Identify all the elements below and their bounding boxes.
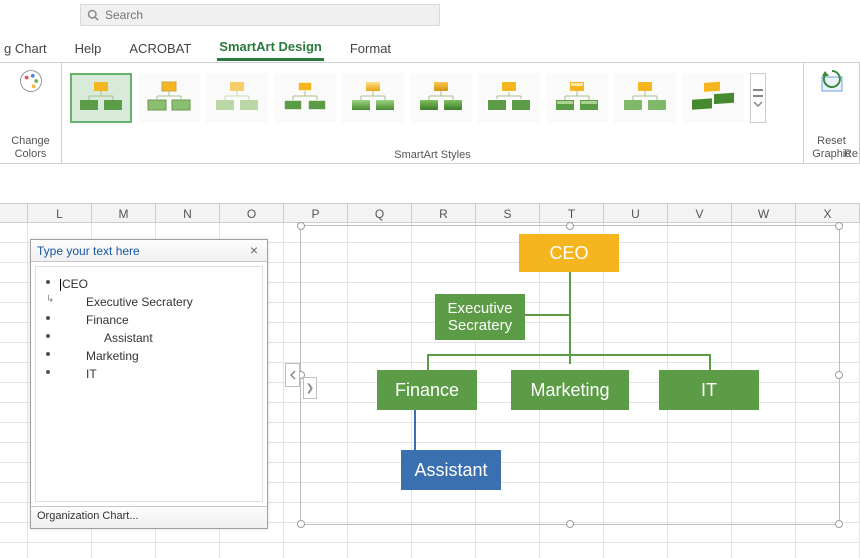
tab-format[interactable]: Format [348,37,393,60]
text-pane-body[interactable]: CEOExecutive SecrateryFinanceAssistantMa… [35,266,263,502]
column-header[interactable]: R [412,204,476,222]
style-thumb-10[interactable] [682,73,744,123]
text-pane-item[interactable]: Assistant [46,329,252,347]
chevron-down-icon [753,101,763,107]
text-pane-item[interactable]: Executive Secratery [46,293,252,311]
text-pane-item[interactable]: IT [46,365,252,383]
spreadsheet-area: LMNOPQRSTUVWX CEO Executive Secratery Fi… [0,165,860,558]
org-node-marketing[interactable]: Marketing [511,370,629,410]
column-header[interactable]: P [284,204,348,222]
column-header[interactable]: L [28,204,92,222]
tab-smartart-design[interactable]: SmartArt Design [217,35,324,61]
column-header[interactable]: T [540,204,604,222]
column-header[interactable]: O [220,204,284,222]
resize-handle[interactable] [566,222,574,230]
search-icon [87,9,99,21]
palette-icon [17,67,45,95]
text-pane-title: Type your text here [37,244,140,258]
text-pane[interactable]: Type your text here × CEOExecutive Secra… [30,239,268,529]
change-colors-label: Change Colors [11,135,50,161]
style-thumb-3[interactable] [206,73,268,123]
org-node-assistant[interactable]: Assistant [401,450,501,490]
resize-handle[interactable] [297,520,305,528]
column-header[interactable]: S [476,204,540,222]
column-header[interactable]: V [668,204,732,222]
column-header[interactable]: X [796,204,860,222]
styles-more-button[interactable] [750,73,766,123]
smartart-styles-group: SmartArt Styles [62,63,804,163]
resize-handle[interactable] [835,371,843,379]
ribbon: Change Colors SmartArt Styles Reset [0,63,860,163]
tab-acrobat[interactable]: ACROBAT [127,37,193,60]
style-thumb-9[interactable] [614,73,676,123]
tab-help[interactable]: Help [73,37,104,60]
resize-handle[interactable] [835,222,843,230]
column-header[interactable]: M [92,204,156,222]
text-pane-item[interactable]: CEO [46,275,252,293]
style-thumb-7[interactable] [478,73,540,123]
style-thumb-2[interactable] [138,73,200,123]
resize-handle[interactable] [566,520,574,528]
text-pane-toggle[interactable] [285,363,300,387]
close-icon[interactable]: × [247,244,261,258]
reset-section-cut: Re [844,148,858,160]
reset-icon [816,67,848,99]
org-node-it[interactable]: IT [659,370,759,410]
text-pane-header[interactable]: Type your text here × [31,240,267,262]
pane-expand-button[interactable]: ❯ [303,377,317,399]
search-bar[interactable] [80,4,440,26]
tab-chart[interactable]: g Chart [0,37,49,60]
text-pane-item[interactable]: Marketing [46,347,252,365]
text-pane-footer[interactable]: Organization Chart... [31,506,267,528]
search-input[interactable] [105,8,433,22]
change-colors-button[interactable]: Change Colors [0,63,62,163]
org-node-ceo[interactable]: CEO [519,234,619,272]
org-node-finance[interactable]: Finance [377,370,477,410]
column-header[interactable]: U [604,204,668,222]
styles-group-label: SmartArt Styles [70,149,795,161]
column-header[interactable]: Q [348,204,412,222]
style-thumb-5[interactable] [342,73,404,123]
resize-handle[interactable] [297,222,305,230]
org-node-exec[interactable]: Executive Secratery [435,294,525,340]
style-thumb-4[interactable] [274,73,336,123]
column-headers: LMNOPQRSTUVWX [0,203,860,223]
column-header[interactable]: W [732,204,796,222]
style-thumb-6[interactable] [410,73,472,123]
smartart-container[interactable]: CEO Executive Secratery Finance Marketin… [300,225,840,525]
ribbon-tabs: g Chart Help ACROBAT SmartArt Design For… [0,34,860,62]
text-pane-item[interactable]: Finance [46,311,252,329]
style-thumb-1[interactable] [70,73,132,123]
resize-handle[interactable] [835,520,843,528]
style-thumb-8[interactable] [546,73,608,123]
column-header[interactable]: N [156,204,220,222]
